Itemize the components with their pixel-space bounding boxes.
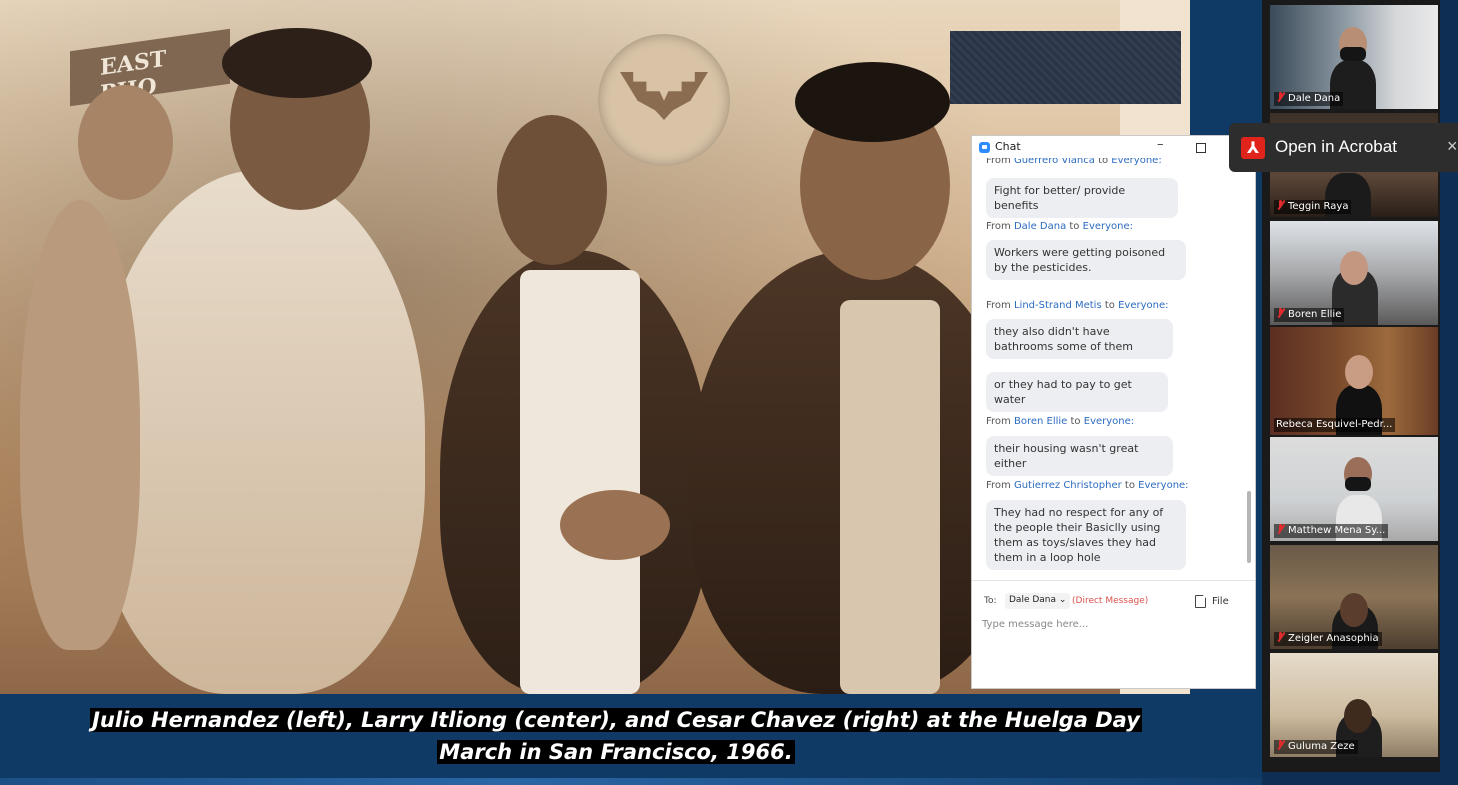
participant-name: Zeigler Anasophia [1274, 632, 1382, 646]
file-button[interactable]: File [1212, 596, 1229, 607]
chat-message-bubble: They had no respect for any of the peopl… [986, 500, 1186, 570]
open-in-acrobat-button[interactable]: Open in Acrobat [1275, 137, 1397, 157]
chat-message-bubble: or they had to pay to get water [986, 372, 1168, 412]
chat-message-bubble: their housing wasn't great either [986, 436, 1173, 476]
zoom-chat-icon [979, 142, 990, 153]
acrobat-icon [1241, 137, 1265, 159]
recipient-name[interactable]: Everyone: [1118, 300, 1168, 311]
figure-right-shirt [840, 300, 940, 694]
chat-scrollbar-thumb[interactable] [1247, 491, 1251, 563]
participant-tile[interactable]: Dale Dana [1270, 5, 1438, 109]
redacted-box [950, 31, 1181, 104]
figure-background [20, 200, 140, 650]
slide-caption: Julio Hernandez (left), Larry Itliong (c… [0, 704, 1232, 768]
participant-tile-active-speaker[interactable]: Rebeca Esquivel-Pedr... [1270, 327, 1438, 435]
participant-face [1344, 699, 1372, 733]
minimize-button[interactable]: – [1157, 137, 1164, 152]
slide-footer-band [0, 778, 1262, 785]
figure-left [95, 170, 425, 694]
participant-name: Rebeca Esquivel-Pedr... [1274, 418, 1396, 432]
caption-line-2: March in San Francisco, 1966. [437, 740, 795, 764]
sender-name[interactable]: Dale Dana [1014, 221, 1066, 232]
chat-window: Chat – From Guerrero Vianca to Everyone:… [971, 135, 1256, 689]
recipient-name[interactable]: Everyone: [1083, 221, 1133, 232]
mic-muted-icon [1276, 632, 1285, 642]
message-header: From Dale Dana to Everyone: [986, 221, 1134, 232]
maximize-button[interactable] [1196, 143, 1206, 153]
to-label: To: [984, 596, 997, 606]
chat-message-input[interactable] [982, 619, 1244, 679]
participant-name: Dale Dana [1274, 92, 1344, 106]
sender-name[interactable]: Guerrero Vianca [1014, 158, 1095, 166]
mic-muted-icon [1276, 740, 1285, 750]
chat-message-bubble: Fight for better/ provide benefits [986, 178, 1178, 218]
mic-muted-icon [1276, 524, 1285, 534]
mic-muted-icon [1276, 308, 1285, 318]
message-header: From Gutierrez Christopher to Everyone: [986, 480, 1189, 491]
recipient-select[interactable]: Dale Dana ⌄ [1005, 593, 1071, 609]
chat-message-bubble: they also didn't have bathrooms some of … [986, 319, 1173, 359]
face-mask [1340, 47, 1366, 61]
chat-titlebar[interactable]: Chat – [972, 136, 1255, 158]
figure-center-shirt [520, 270, 640, 694]
participant-name: Guluma Zeze [1274, 740, 1358, 754]
chat-message-bubble: Workers were getting poisoned by the pes… [986, 240, 1186, 280]
caption-line-1: Julio Hernandez (left), Larry Itliong (c… [90, 708, 1142, 732]
sender-name[interactable]: Boren Ellie [1014, 416, 1067, 427]
sender-name[interactable]: Lind-Strand Metis [1014, 300, 1102, 311]
participant-name: Boren Ellie [1274, 308, 1345, 322]
figure-left-hair [222, 28, 372, 98]
participant-name: Teggin Raya [1274, 200, 1352, 214]
participant-face [1345, 355, 1373, 389]
handshake [560, 490, 670, 560]
recipient-name[interactable]: Everyone: [1111, 158, 1161, 166]
message-header: From Lind-Strand Metis to Everyone: [986, 300, 1169, 311]
figure-right-hair [795, 62, 950, 142]
chat-messages[interactable]: From Guerrero Vianca to Everyone: Fight … [972, 158, 1244, 580]
message-header: From Boren Ellie to Everyone: [986, 416, 1135, 427]
sender-name[interactable]: Gutierrez Christopher [1014, 480, 1122, 491]
recipient-name[interactable]: Everyone: [1138, 480, 1188, 491]
participant-name: Matthew Mena Sy... [1274, 524, 1389, 538]
participant-face [1340, 251, 1368, 285]
direct-message-label: (Direct Message) [1072, 596, 1149, 606]
eagle-icon [620, 72, 708, 120]
participant-tile[interactable]: Matthew Mena Sy... [1270, 437, 1438, 541]
participant-tile[interactable]: Zeigler Anasophia [1270, 545, 1438, 649]
face-mask [1345, 477, 1371, 491]
file-icon[interactable] [1195, 595, 1206, 608]
chat-compose: To: Dale Dana ⌄ (Direct Message) File [972, 580, 1255, 689]
figure-center-head [497, 115, 607, 265]
participant-face [1340, 593, 1368, 627]
ufw-emblem [598, 34, 730, 166]
open-in-acrobat-popup[interactable]: Open in Acrobat × [1229, 123, 1458, 172]
mic-muted-icon [1276, 200, 1285, 210]
participant-tile[interactable]: Boren Ellie [1270, 221, 1438, 325]
close-icon[interactable]: × [1447, 136, 1458, 157]
figure-background-head [78, 85, 173, 200]
participant-tile[interactable]: Guluma Zeze [1270, 653, 1438, 757]
recipient-name[interactable]: Everyone: [1084, 416, 1134, 427]
chat-title: Chat [995, 140, 1021, 153]
mic-muted-icon [1276, 92, 1285, 102]
message-header: From Guerrero Vianca to Everyone: [986, 158, 1162, 166]
